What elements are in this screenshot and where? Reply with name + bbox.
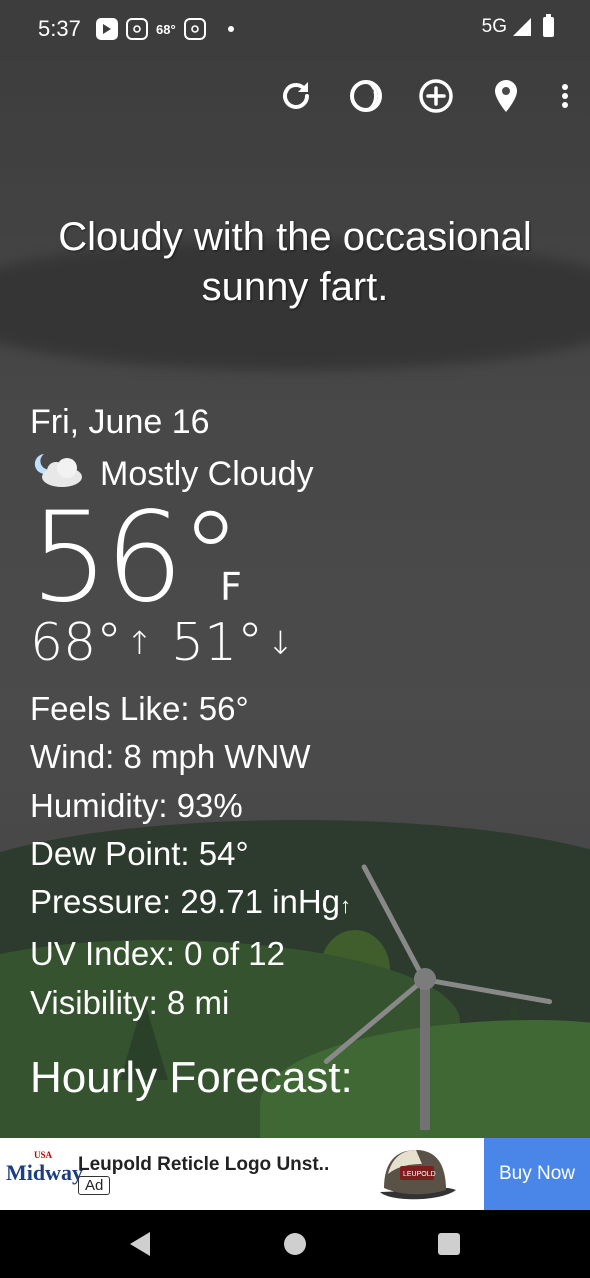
ad-title[interactable]: Leupold Reticle Logo Unst.. bbox=[78, 1154, 329, 1176]
network-type: 5G bbox=[481, 16, 507, 37]
product-image[interactable]: LEUPOLD bbox=[370, 1144, 460, 1204]
advertiser-logo: USA Midway bbox=[6, 1150, 83, 1186]
status-time: 5:37 bbox=[38, 16, 81, 41]
signal-icon bbox=[513, 18, 531, 36]
youtube-icon bbox=[96, 18, 118, 40]
dew-point: Dew Point: 54° bbox=[30, 834, 249, 872]
current-temperature: 56° bbox=[30, 486, 242, 630]
back-button[interactable] bbox=[130, 1232, 150, 1256]
product-image-text: LEUPOLD bbox=[403, 1171, 436, 1178]
advertiser-logo-tag: USA bbox=[34, 1150, 53, 1160]
notification-icons: 68° bbox=[96, 18, 234, 40]
temperature-unit: F bbox=[220, 565, 242, 609]
system-nav-bar bbox=[0, 1210, 590, 1278]
instagram-icon bbox=[183, 18, 206, 40]
location-icon[interactable] bbox=[488, 78, 524, 114]
arrow-down-icon: ↓ bbox=[267, 624, 294, 662]
weather-details: Feels Like: 56° Wind: 8 mph WNW Humidity… bbox=[30, 685, 351, 1027]
more-icon[interactable] bbox=[558, 78, 572, 114]
uv-index: UV Index: 0 of 12 bbox=[30, 935, 285, 973]
low-temperature: 51° bbox=[170, 613, 264, 673]
hourly-forecast-heading: Hourly Forecast: bbox=[30, 1053, 353, 1102]
pressure-row: Pressure: 29.71 inHg↑ bbox=[30, 878, 351, 930]
feels-like: Feels Like: 56° bbox=[30, 690, 249, 727]
high-temperature: 68° bbox=[30, 613, 123, 673]
status-bar: 5:37 68° 5G bbox=[0, 0, 590, 60]
add-location-icon[interactable] bbox=[418, 78, 454, 114]
battery-icon bbox=[543, 14, 554, 37]
notification-temperature: 68° bbox=[156, 21, 176, 37]
recents-button[interactable] bbox=[438, 1233, 460, 1255]
app-screen: 5:37 68° 5G Cloudy with the occasional s… bbox=[0, 0, 590, 1278]
ad-label: Ad bbox=[78, 1176, 111, 1195]
ad-choices-icon[interactable] bbox=[570, 1140, 586, 1154]
wind: Wind: 8 mph WNW bbox=[30, 738, 311, 776]
home-button[interactable] bbox=[284, 1233, 306, 1255]
pressure: Pressure: 29.71 inHg bbox=[30, 883, 341, 921]
instagram-icon bbox=[126, 18, 148, 40]
high-low: 68° ↑ 51° ↓ bbox=[30, 613, 312, 673]
humidity: Humidity: 93% bbox=[30, 786, 243, 824]
ad-banner[interactable]: USA Midway Leupold Reticle Logo Unst.. A… bbox=[0, 1138, 590, 1210]
theme-icon[interactable] bbox=[348, 78, 384, 114]
pressure-trend-icon: ↑ bbox=[340, 893, 352, 919]
refresh-icon[interactable] bbox=[278, 78, 314, 114]
visibility: Visibility: 8 mi bbox=[30, 983, 230, 1021]
arrow-up-icon: ↑ bbox=[126, 624, 153, 662]
more-notifications-dot bbox=[227, 26, 234, 32]
weather-tagline: Cloudy with the occasional sunny fart. bbox=[58, 215, 532, 309]
system-status: 5G bbox=[481, 14, 554, 38]
advertiser-name: Midway bbox=[6, 1160, 83, 1185]
app-toolbar bbox=[278, 78, 572, 114]
forecast-date: Fri, June 16 bbox=[30, 403, 210, 441]
